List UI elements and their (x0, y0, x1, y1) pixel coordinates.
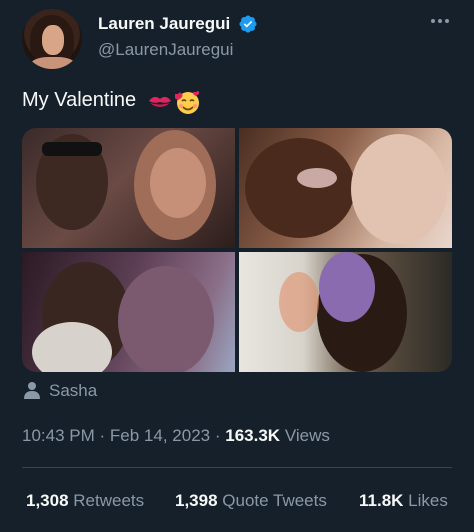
author-avatar[interactable] (22, 9, 82, 69)
avatar-face (42, 25, 64, 55)
tweet-time[interactable]: 10:43 PM (22, 426, 95, 445)
likes-count: 11.8K (359, 491, 404, 510)
kiss-mark-emoji (149, 96, 171, 107)
views-label: Views (284, 426, 330, 445)
person-icon (24, 382, 40, 399)
meta-separator: · (99, 426, 106, 445)
photo-2[interactable] (239, 128, 452, 248)
retweets-count: 1,308 (26, 491, 69, 510)
views-count: 163.3K (225, 426, 281, 445)
retweets-stat[interactable]: 1,308 Retweets (26, 491, 144, 511)
retweets-label: Retweets (73, 491, 145, 510)
quotes-label: Quote Tweets (222, 491, 327, 510)
likes-stat[interactable]: 11.8K Likes (359, 491, 448, 511)
likes-label: Likes (408, 491, 448, 510)
tweet-text: My Valentine (22, 89, 137, 111)
tagged-user-name[interactable]: Sasha (49, 381, 97, 401)
meta-separator-2: · (214, 426, 221, 445)
tweet-meta: 10:43 PM · Feb 14, 2023 · 163.3K Views (22, 426, 330, 446)
author-handle[interactable]: @LaurenJauregui (98, 40, 233, 60)
verified-badge-icon (239, 15, 257, 33)
photo-3[interactable] (22, 252, 235, 372)
media-grid[interactable] (22, 128, 452, 372)
quote-tweets-stat[interactable]: 1,398 Quote Tweets (175, 491, 327, 511)
photo-4[interactable] (239, 252, 452, 372)
tweet-date[interactable]: Feb 14, 2023 (110, 426, 210, 445)
quotes-count: 1,398 (175, 491, 218, 510)
divider (22, 467, 452, 468)
more-options-icon[interactable] (431, 14, 453, 28)
smiling-face-with-hearts-emoji (175, 91, 200, 114)
author-name[interactable]: Lauren Jauregui (98, 14, 230, 34)
avatar-shoulder (30, 57, 76, 69)
photo-1[interactable] (22, 128, 235, 248)
